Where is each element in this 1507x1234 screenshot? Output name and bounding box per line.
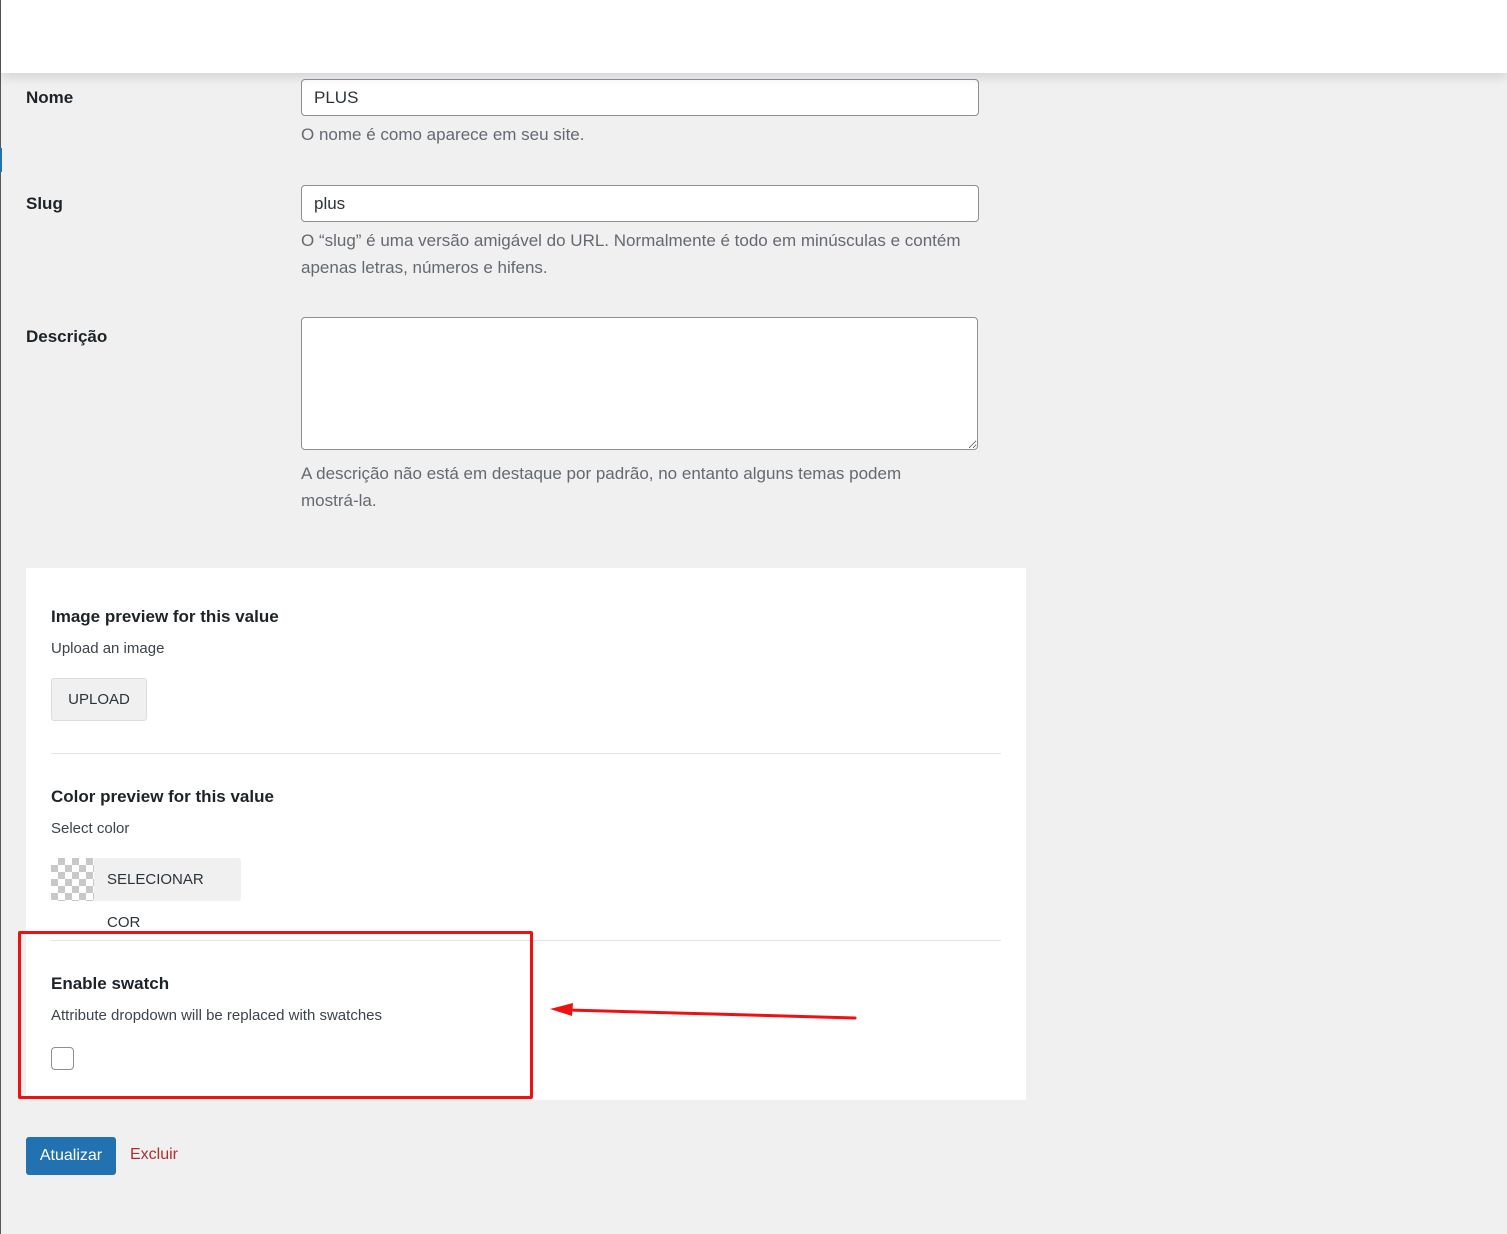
color-preview-subtitle: Select color — [51, 820, 130, 837]
select-color-button[interactable]: SELECIONAR COR — [51, 858, 241, 931]
color-preview-title: Color preview for this value — [51, 787, 274, 806]
delete-link[interactable]: Excluir — [130, 1146, 178, 1164]
section-divider — [51, 940, 1001, 941]
swatch-settings-panel: Image preview for this value Upload an i… — [26, 568, 1026, 1100]
description-label: Descrição — [26, 327, 108, 346]
admin-sidebar-active-marker — [0, 148, 2, 172]
slug-input[interactable] — [301, 185, 979, 222]
slug-help-text: O “slug” é uma versão amigável do URL. N… — [301, 231, 961, 277]
update-button[interactable]: Atualizar — [26, 1137, 116, 1175]
enable-swatch-checkbox[interactable] — [51, 1047, 74, 1070]
name-label: Nome — [26, 88, 74, 107]
name-input[interactable] — [301, 79, 979, 116]
slug-label: Slug — [26, 194, 63, 213]
select-color-label: SELECIONAR COR — [107, 871, 204, 931]
description-textarea[interactable] — [301, 317, 978, 450]
admin-sidebar-edge — [0, 0, 1, 1234]
upload-button[interactable]: UPLOAD — [51, 678, 147, 721]
top-header-bar — [1, 0, 1507, 73]
enable-swatch-subtitle: Attribute dropdown will be replaced with… — [51, 1007, 383, 1024]
description-help-text: A descrição não está em destaque por pad… — [301, 464, 902, 510]
section-divider — [51, 753, 1001, 754]
transparent-color-swatch-icon — [51, 858, 94, 901]
image-preview-title: Image preview for this value — [51, 607, 279, 626]
enable-swatch-title: Enable swatch — [51, 974, 170, 993]
name-help-text: O nome é como aparece em seu site. — [301, 125, 585, 144]
image-preview-subtitle: Upload an image — [51, 640, 165, 657]
